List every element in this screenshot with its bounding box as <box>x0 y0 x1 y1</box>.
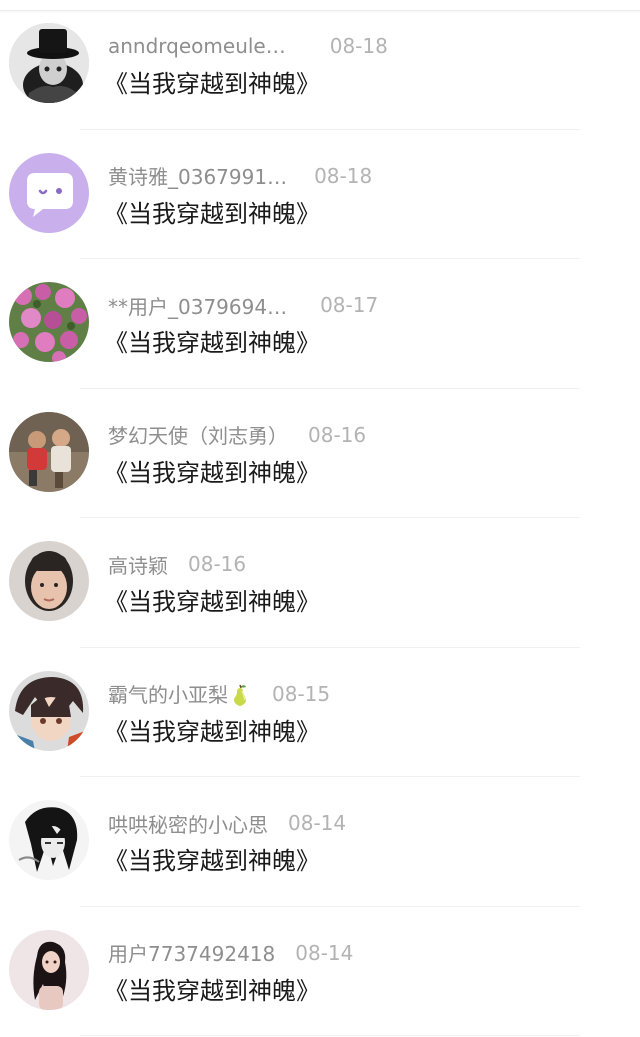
comment-meta: 黄诗雅_0367991… 08-18 <box>108 162 372 190</box>
comment-date: 08-17 <box>320 293 379 317</box>
avatar[interactable] <box>9 411 89 492</box>
username[interactable]: anndrqeomeule… <box>108 34 286 58</box>
comment-item[interactable]: 高诗颖 08-16 《当我穿越到神魄》 <box>0 518 640 648</box>
comment-meta: 哄哄秘密的小心思 08-14 <box>108 809 346 837</box>
avatar[interactable] <box>9 929 89 1010</box>
comment-date: 08-18 <box>314 163 373 188</box>
comment-date: 08-16 <box>308 422 367 447</box>
pink-flowers-avatar <box>9 282 89 362</box>
comment-date: 08-15 <box>272 681 331 706</box>
woman-photo-avatar <box>9 929 89 1010</box>
avatar[interactable] <box>9 800 89 880</box>
comment-item[interactable]: 黄诗雅_0367991… 08-18 《当我穿越到神魄》 <box>0 130 640 259</box>
pear-emoji-icon <box>234 684 246 706</box>
comment-text: 《当我穿越到神魄》 <box>104 976 320 1005</box>
comment-text: 《当我穿越到神魄》 <box>104 717 320 746</box>
username[interactable]: 用户7737492418 <box>108 938 275 967</box>
comment-meta: 高诗颖 08-16 <box>108 550 246 578</box>
comment-item[interactable]: 梦幻天使（刘志勇） 08-16 《当我穿越到神魄》 <box>0 389 640 518</box>
top-hat-person-avatar <box>9 23 89 103</box>
default-chat-bubble-avatar <box>9 152 89 233</box>
comment-item[interactable]: anndrqeomeule… 08-18 《当我穿越到神魄》 <box>0 0 640 130</box>
avatar[interactable] <box>9 670 89 751</box>
comment-text: 《当我穿越到神魄》 <box>104 847 320 875</box>
avatar[interactable] <box>9 152 89 233</box>
divider <box>80 1035 580 1036</box>
comment-item[interactable]: 哄哄秘密的小心思 08-14 《当我穿越到神魄》 <box>0 777 640 907</box>
comment-meta: 用户7737492418 08-14 <box>108 939 353 967</box>
username[interactable]: 霸气的小亚梨 <box>108 679 228 708</box>
comment-text: 《当我穿越到神魄》 <box>104 329 320 357</box>
username[interactable]: **用户_0379694… <box>108 291 287 320</box>
comment-date: 08-18 <box>329 34 388 58</box>
comment-meta: 霸气的小亚梨 08-15 <box>108 680 330 708</box>
avatar[interactable] <box>9 23 89 103</box>
comment-date: 08-14 <box>295 940 354 965</box>
avatar[interactable] <box>9 541 89 621</box>
comment-text: 《当我穿越到神魄》 <box>104 70 320 98</box>
comment-text: 《当我穿越到神魄》 <box>104 588 320 616</box>
children-photo-avatar <box>9 411 89 492</box>
comment-text: 《当我穿越到神魄》 <box>104 199 320 228</box>
comment-item[interactable]: 霸气的小亚梨 08-15 《当我穿越到神魄》 <box>0 648 640 777</box>
username[interactable]: 梦幻天使（刘志勇） <box>108 420 288 449</box>
comment-list-page: anndrqeomeule… 08-18 《当我穿越到神魄》 黄诗雅_03679… <box>0 0 640 1037</box>
comment-date: 08-16 <box>188 552 247 576</box>
username[interactable]: 高诗颖 <box>108 550 168 579</box>
comment-text: 《当我穿越到神魄》 <box>104 458 320 487</box>
anime-boy-avatar <box>9 670 89 751</box>
username[interactable]: 黄诗雅_0367991… <box>108 161 287 190</box>
comment-meta: **用户_0379694… 08-17 <box>108 291 378 319</box>
avatar[interactable] <box>9 282 89 362</box>
comment-meta: 梦幻天使（刘志勇） 08-16 <box>108 421 366 449</box>
comment-list: anndrqeomeule… 08-18 《当我穿越到神魄》 黄诗雅_03679… <box>0 0 640 1036</box>
girl-face-avatar <box>9 541 89 621</box>
username[interactable]: 哄哄秘密的小心思 <box>108 809 268 838</box>
dark-anime-avatar <box>9 800 89 880</box>
comment-date: 08-14 <box>288 811 347 835</box>
comment-meta: anndrqeomeule… 08-18 <box>108 32 388 60</box>
comment-item[interactable]: 用户7737492418 08-14 《当我穿越到神魄》 <box>0 907 640 1036</box>
comment-item[interactable]: **用户_0379694… 08-17 《当我穿越到神魄》 <box>0 259 640 389</box>
